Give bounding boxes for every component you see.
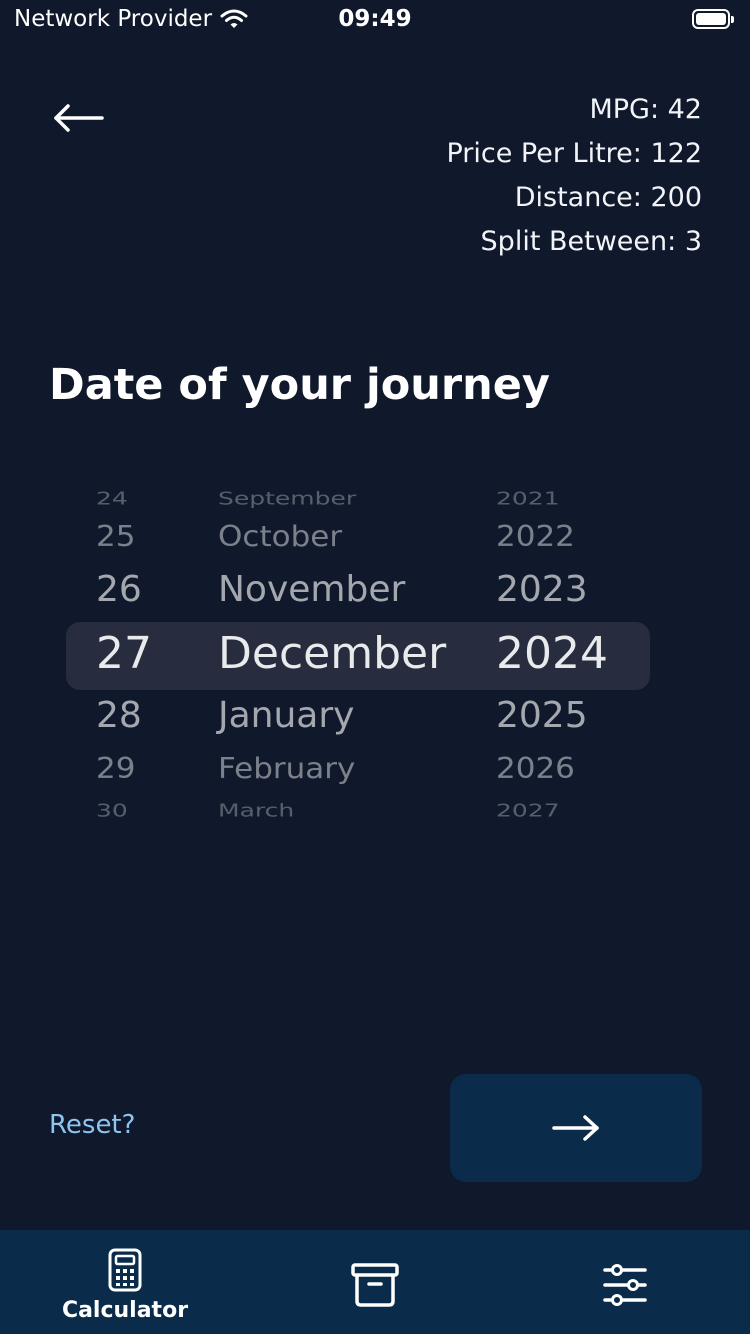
tab-settings[interactable] [500, 1230, 750, 1334]
split-between-value: Split Between: 3 [480, 226, 702, 257]
month-option[interactable]: September [218, 490, 356, 508]
day-option[interactable]: 26 [96, 572, 142, 608]
year-option-selected[interactable]: 2024 [496, 632, 608, 676]
tab-calculator[interactable]: Calculator [0, 1230, 250, 1334]
year-option[interactable]: 2022 [496, 523, 575, 552]
year-option[interactable]: 2027 [496, 802, 560, 820]
year-option[interactable]: 2026 [496, 755, 575, 784]
month-option[interactable]: February [218, 755, 355, 784]
distance-value: Distance: 200 [514, 182, 702, 213]
year-wheel[interactable]: 2021 2022 2023 2024 2025 2026 2027 [496, 484, 626, 830]
price-per-litre-value: Price Per Litre: 122 [446, 138, 702, 169]
mpg-value: MPG: 42 [589, 94, 702, 125]
day-wheel[interactable]: 24 25 26 27 28 29 30 [96, 484, 176, 830]
day-option[interactable]: 30 [96, 802, 128, 820]
back-button[interactable] [46, 96, 110, 140]
battery-icon [692, 9, 734, 29]
reset-link[interactable]: Reset? [49, 1110, 135, 1140]
journey-summary: MPG: 42 Price Per Litre: 122 Distance: 2… [446, 88, 702, 264]
page-title: Date of your journey [49, 360, 550, 410]
tab-archive[interactable] [250, 1230, 500, 1334]
day-option-selected[interactable]: 27 [96, 632, 152, 676]
sliders-icon [500, 1264, 750, 1310]
month-wheel[interactable]: September October November December Janu… [218, 484, 448, 830]
month-option[interactable]: March [218, 802, 294, 820]
next-button[interactable] [450, 1074, 702, 1182]
date-picker[interactable]: 24 25 26 27 28 29 30 September October N… [66, 484, 650, 830]
month-option[interactable]: November [218, 572, 405, 608]
day-option[interactable]: 29 [96, 755, 135, 784]
month-option-selected[interactable]: December [218, 632, 446, 676]
year-option[interactable]: 2021 [496, 490, 560, 508]
archive-icon [250, 1262, 500, 1312]
month-option[interactable]: January [218, 698, 354, 734]
day-option[interactable]: 24 [96, 490, 128, 508]
tab-bar: Calculator [0, 1230, 750, 1334]
month-option[interactable]: October [218, 523, 342, 552]
arrow-right-icon [552, 1115, 599, 1141]
arrow-left-icon [54, 104, 104, 132]
tab-calculator-label: Calculator [61, 1298, 189, 1323]
calculator-icon [0, 1248, 250, 1296]
year-option[interactable]: 2025 [496, 698, 588, 734]
day-option[interactable]: 28 [96, 698, 142, 734]
clock: 09:49 [338, 6, 412, 32]
day-option[interactable]: 25 [96, 523, 135, 552]
year-option[interactable]: 2023 [496, 572, 588, 608]
status-bar: Network Provider 09:49 [0, 0, 750, 44]
